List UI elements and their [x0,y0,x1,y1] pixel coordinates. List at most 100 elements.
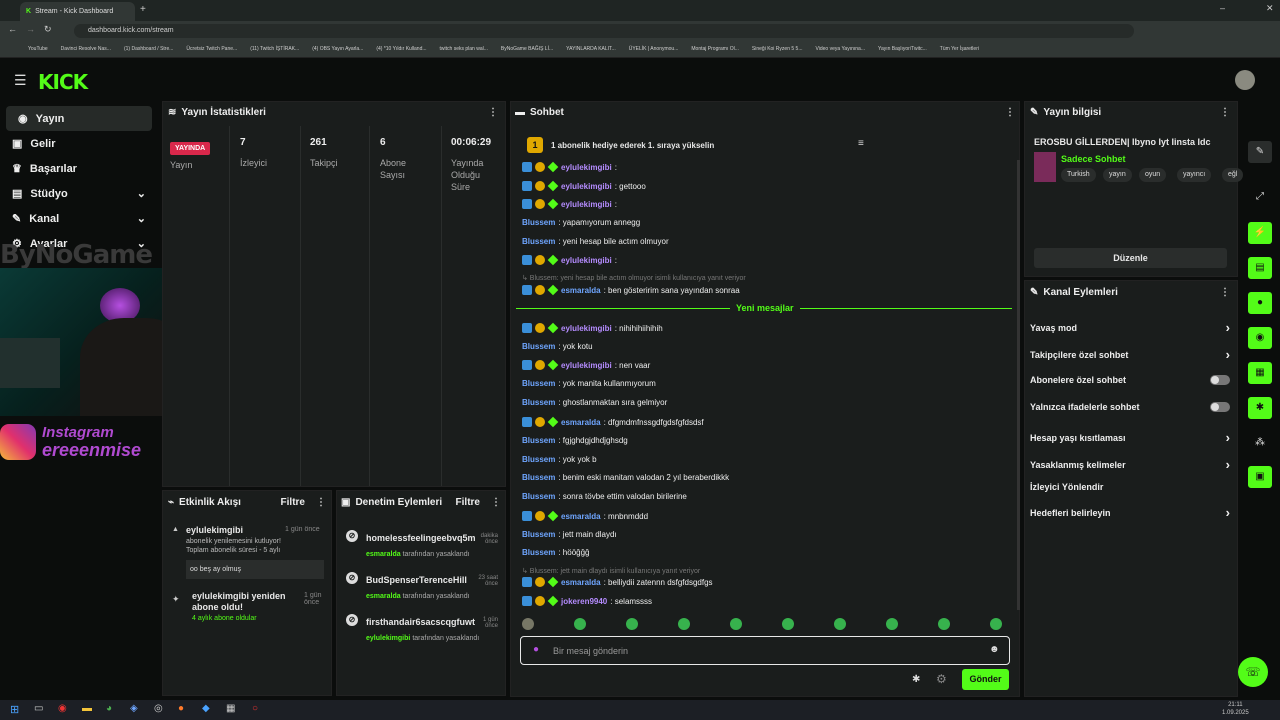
close-icon[interactable]: ✕ [1266,3,1274,14]
chat-message[interactable]: jokeren9940: selamssss [522,595,652,607]
bookmark-item[interactable]: Tüm Yer İşaretleri [940,46,979,52]
emote-icon[interactable] [678,618,690,630]
bolt-icon[interactable]: ⚡ [1248,222,1272,244]
channel-action-item[interactable]: Takipçilere özel sohbet › [1030,347,1230,362]
emote-icon[interactable] [782,618,794,630]
clock[interactable]: 21:11 1.09.2025 [1222,701,1249,717]
windows-start-icon[interactable]: ⊞ [10,703,19,716]
more-icon[interactable]: ⋮ [1220,287,1230,298]
tag-chip[interactable]: yayıncı [1177,168,1212,182]
chat-username[interactable]: Blussem [522,473,555,482]
app-icon[interactable]: ◈ [130,703,138,714]
chat-message[interactable]: esmaralda: ben gösteririm sana yayından … [522,284,740,296]
chat-username[interactable]: Blussem [522,548,555,557]
avatar[interactable] [1235,70,1255,90]
browser-tab[interactable]: K Stream - Kick Dashboard [20,2,135,21]
chat-message[interactable]: eylulekimgibi: gettooo [522,180,646,192]
opera-icon[interactable]: ○ [252,703,258,714]
more-icon[interactable]: ⋮ [1005,107,1015,118]
channel-action-item[interactable]: Yalnızca ifadelerle sohbet [1030,402,1230,412]
bookmark-item[interactable]: YouTube [28,46,48,52]
emote-icon[interactable] [990,618,1002,630]
bot-icon[interactable]: ⚙ [936,672,947,686]
bookmark-item[interactable]: YAYINLARDA KALIT... [566,46,616,52]
minimize-icon[interactable]: – [1220,3,1225,13]
chat-message[interactable]: Blussem: yeni hesap bile actım olmuyor [522,237,669,246]
chat-input-box[interactable]: ● Bir mesaj gönderin ☻ [520,636,1010,665]
chat-message[interactable]: Blussem: fgjghdgjdhdjghsdg [522,436,628,445]
firefox-icon[interactable]: ● [178,703,184,714]
category-name[interactable]: Sadece Sohbet [1061,154,1126,164]
back-icon[interactable]: ← [8,24,17,34]
chat-message[interactable]: Blussem: jett main dlaydı [522,530,617,539]
bookmark-item[interactable]: (4) OBS Yayın Ayarla... [312,46,363,52]
chat-username[interactable]: Blussem [522,455,555,464]
chat-username[interactable]: Blussem [522,436,555,445]
folder-icon[interactable]: ▬ [82,703,92,714]
emote-icon[interactable] [886,618,898,630]
bookmark-item[interactable]: (4) *10 Yıldır Kulland... [376,46,426,52]
broadcast-icon[interactable]: ◉ [1248,327,1272,349]
channel-action-item[interactable]: Abonelere özel sohbet [1030,375,1230,385]
chat-username[interactable]: Blussem [522,398,555,407]
emote-icon[interactable] [834,618,846,630]
nodes-icon[interactable]: ⁂ [1248,432,1272,454]
chat-message[interactable]: Blussem: yok kotu [522,342,593,351]
send-button[interactable]: Gönder [962,669,1009,690]
expand-icon[interactable]: ⤢ [1248,186,1272,208]
tag-chip[interactable]: oyun [1139,168,1167,182]
bookmark-item[interactable]: Yayın Başlıyor/Twitc... [878,46,927,52]
chat-message[interactable]: Blussem: hööğğğ [522,548,590,557]
emoji-icon[interactable]: ☻ [989,644,1000,655]
bookmark-item[interactable]: Ücretsiz Twitch Pane... [186,46,237,52]
filter-button[interactable]: Filtre [281,497,305,508]
chat-username[interactable]: esmaralda [561,286,601,295]
chat-username[interactable]: esmaralda [561,512,601,521]
chat-username[interactable]: Blussem [522,218,555,227]
mic-icon[interactable]: ● [533,644,539,655]
emote-icon[interactable] [522,618,534,630]
sidebar-item-yayin[interactable]: ◉ Yayın [6,106,152,131]
url-input[interactable]: dashboard.kick.com/stream [74,24,1134,38]
channel-action-item[interactable]: Yasaklanmış kelimeler › [1030,457,1230,472]
edit-button[interactable]: Düzenle [1034,248,1227,268]
toggle-switch[interactable] [1210,402,1230,412]
more-icon[interactable]: ⋮ [316,497,326,508]
emote-icon[interactable] [730,618,742,630]
chat-username[interactable]: eylulekimgibi [561,256,612,265]
sort-icon[interactable]: ≡ [858,138,864,149]
chat-username[interactable]: esmaralda [561,578,601,587]
forward-icon[interactable]: → [26,24,35,34]
chat-username[interactable]: Blussem [522,530,555,539]
film-icon[interactable]: ▣ [1248,466,1272,488]
channel-action-item[interactable]: İzleyici Yönlendir [1030,482,1230,492]
more-icon[interactable]: ⋮ [488,107,498,118]
bookmark-item[interactable]: Davinci Resolve Nas... [61,46,111,52]
sidebar-item-kanal[interactable]: ✎ Kanal ⌄ [0,206,152,231]
obs-icon[interactable]: ◉ [58,703,67,714]
kick-logo[interactable]: KICK [38,70,88,94]
bookmark-item[interactable]: (11) Twitch İŞTİRAK... [250,46,299,52]
chat-message[interactable]: eylulekimgibi: [522,254,617,266]
support-icon[interactable]: ☏ [1238,657,1268,687]
chat-message[interactable]: Blussem: yok yok b [522,455,597,464]
channel-action-item[interactable]: Hedefleri belirleyin › [1030,505,1230,520]
bookmark-item[interactable]: ÜYELİK | Anonymou... [629,46,679,52]
chat-message[interactable]: Blussem: ghostlanmaktan sıra gelmiyor [522,398,667,407]
sidebar-item-gelir[interactable]: ▣ Gelir [0,131,152,156]
wrench-icon[interactable]: ✱ [1248,397,1272,419]
chat-message[interactable]: Blussem: yok manita kullanmıyorum [522,379,656,388]
chat-message[interactable]: Blussem: benim eski manitam valodan 2 yı… [522,473,729,482]
bookmark-item[interactable]: Video veya Yayınına... [816,46,865,52]
chrome-icon[interactable]: ◕ [106,703,112,714]
chat-message[interactable]: esmaralda: mnbnmddd [522,510,648,522]
bookmark-item[interactable]: (1) Dashboard / Stre... [124,46,173,52]
chat-username[interactable]: esmaralda [561,418,601,427]
chat-username[interactable]: eylulekimgibi [561,324,612,333]
chat-username[interactable]: Blussem [522,237,555,246]
chat-message[interactable]: esmaralda: dfgmdmfnssgdfgdsfgfdsdsf [522,416,704,428]
emote-icon[interactable] [574,618,586,630]
chat-message[interactable]: eylulekimgibi: [522,198,617,210]
moderated-user[interactable]: firsthandair6sacscqgfuwt [366,617,481,627]
moderated-user[interactable]: homelessfeelingeebvq5m [366,533,481,543]
